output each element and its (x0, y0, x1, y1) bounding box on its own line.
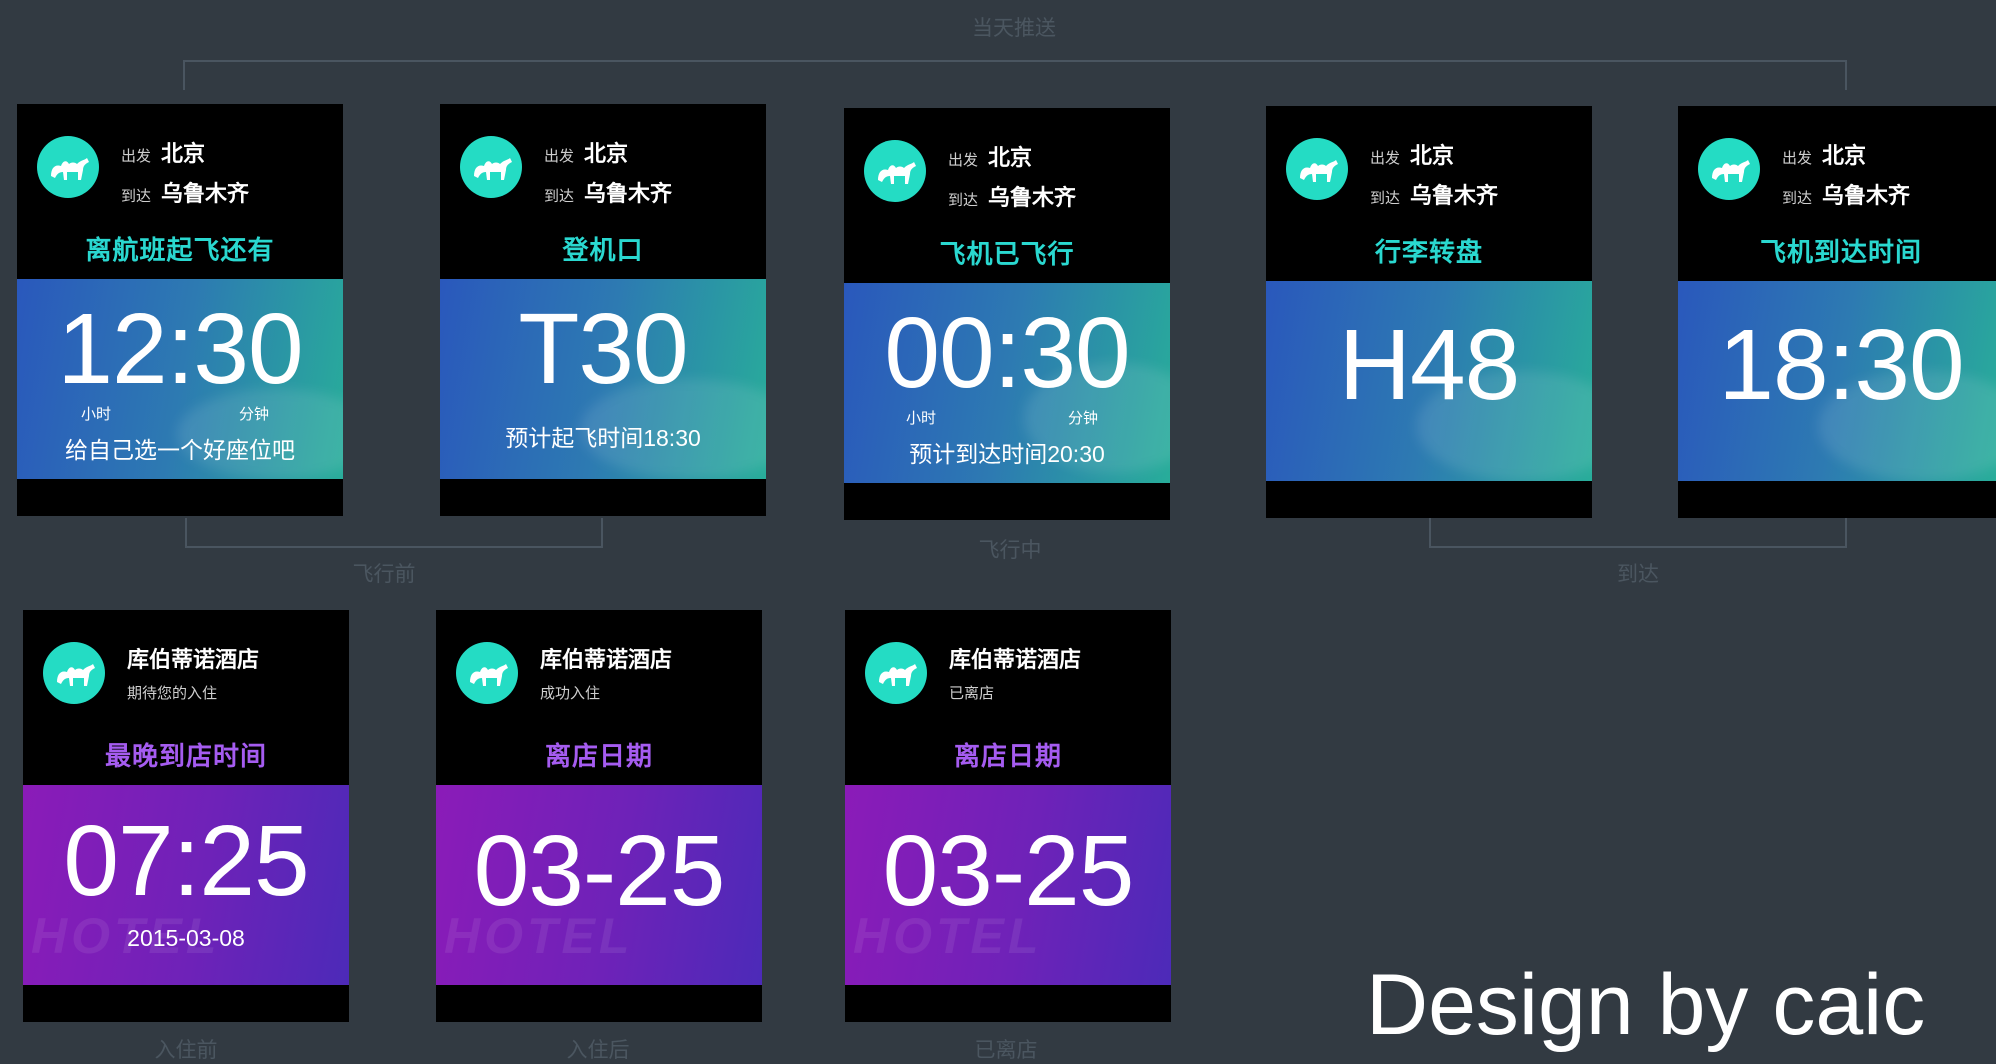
arrive-label: 到达 (948, 191, 979, 209)
card-subtitle: 登机口 (562, 236, 644, 266)
bracket-before-flight (185, 518, 603, 548)
unit-minutes: 分钟 (1068, 409, 1099, 427)
hotel-card-checked-out[interactable]: 库伯蒂诺酒店 已离店 离店日期 HOTEL 03-25 (845, 610, 1171, 1022)
bracket-same-day (183, 60, 1847, 90)
card-subtitle: 最晚到店时间 (104, 742, 267, 772)
flight-card-gate[interactable]: 出发 北京 到达 乌鲁木齐 登机口 T30 预计起飞时间18:30 (440, 104, 766, 516)
depart-label: 出发 (544, 147, 575, 165)
bracket-arrival (1429, 518, 1847, 548)
arrive-label: 到达 (1370, 189, 1401, 207)
gate-value: T30 (518, 293, 688, 405)
card-note: 预计起飞时间18:30 (505, 425, 701, 451)
arrive-label: 到达 (1782, 189, 1813, 207)
depart-city: 北京 (1822, 144, 1867, 169)
flight-card-baggage[interactable]: 出发 北京 到达 乌鲁木齐 行李转盘 H48 (1266, 106, 1592, 518)
unit-hours: 小时 (81, 405, 112, 423)
checkout-date: 03-25 (473, 815, 726, 927)
hotel-card-before-checkin[interactable]: 库伯蒂诺酒店 期待您的入住 最晚到店时间 HOTEL 07:25 2015-03… (23, 610, 349, 1022)
unit-hours: 小时 (906, 409, 937, 427)
camel-icon (43, 642, 105, 704)
flight-time-value: 00:30 (884, 297, 1130, 409)
hotel-name: 库伯蒂诺酒店 (127, 648, 260, 673)
hotel-status: 成功入住 (540, 684, 601, 702)
depart-label: 出发 (1782, 149, 1813, 167)
depart-label: 出发 (948, 151, 979, 169)
card-subtitle: 离店日期 (953, 742, 1062, 772)
arrive-city: 乌鲁木齐 (988, 186, 1077, 211)
hotel-status: 已离店 (949, 684, 995, 702)
baggage-value: H48 (1338, 309, 1520, 421)
group-label-before-flight: 飞行前 (352, 562, 416, 586)
hotel-name: 库伯蒂诺酒店 (540, 648, 673, 673)
depart-label: 出发 (1370, 149, 1401, 167)
group-label-same-day: 当天推送 (972, 16, 1056, 40)
card-subtitle: 行李转盘 (1374, 238, 1483, 268)
arrival-time-value: 18:30 (1718, 309, 1964, 421)
camel-icon (456, 642, 518, 704)
arrive-label: 到达 (544, 187, 575, 205)
group-label-after-checkin: 入住后 (566, 1038, 630, 1062)
card-note: 2015-03-08 (127, 925, 245, 951)
design-credit: Design by caic (1366, 957, 1926, 1053)
camel-icon (1698, 138, 1760, 200)
depart-city: 北京 (1410, 144, 1455, 169)
card-subtitle: 离航班起飞还有 (85, 236, 275, 266)
group-label-arrival: 到达 (1617, 562, 1659, 586)
camel-icon (864, 140, 926, 202)
depart-label: 出发 (121, 147, 152, 165)
depart-city: 北京 (584, 142, 629, 167)
latest-arrival-time: 07:25 (63, 805, 309, 917)
card-subtitle: 飞机已飞行 (939, 240, 1075, 270)
arrive-city: 乌鲁木齐 (1410, 184, 1499, 209)
group-label-in-flight: 飞行中 (978, 538, 1042, 562)
flight-card-in-flight[interactable]: 出发 北京 到达 乌鲁木齐 飞机已飞行 00:30 小时 分钟 预计到达时间20:3… (844, 108, 1170, 520)
unit-minutes: 分钟 (239, 405, 270, 423)
flight-card-arrival-time[interactable]: 出发 北京 到达 乌鲁木齐 飞机到达时间 18:30 (1678, 106, 1996, 518)
camel-icon (865, 642, 927, 704)
group-label-checked-out: 已离店 (974, 1038, 1038, 1062)
flight-card-countdown[interactable]: 出发 北京 到达 乌鲁木齐 离航班起飞还有 12:30 小时 分钟 给自己选一个好座… (17, 104, 343, 516)
arrive-city: 乌鲁木齐 (1822, 184, 1911, 209)
camel-icon (460, 136, 522, 198)
hotel-card-after-checkin[interactable]: 库伯蒂诺酒店 成功入住 离店日期 HOTEL 03-25 (436, 610, 762, 1022)
arrive-label: 到达 (121, 187, 152, 205)
depart-city: 北京 (161, 142, 206, 167)
card-subtitle: 飞机到达时间 (1759, 238, 1922, 268)
depart-city: 北京 (988, 146, 1033, 171)
card-note: 预计到达时间20:30 (909, 441, 1105, 467)
arrive-city: 乌鲁木齐 (584, 182, 673, 207)
card-subtitle: 离店日期 (544, 742, 653, 772)
checkout-date: 03-25 (882, 815, 1135, 927)
countdown-value: 12:30 (57, 293, 303, 405)
hotel-name: 库伯蒂诺酒店 (949, 648, 1082, 673)
card-note: 给自己选一个好座位吧 (65, 437, 295, 463)
camel-icon (1286, 138, 1348, 200)
camel-icon (37, 136, 99, 198)
hotel-status: 期待您的入住 (127, 684, 218, 702)
group-label-before-checkin: 入住前 (154, 1038, 218, 1062)
arrive-city: 乌鲁木齐 (161, 182, 250, 207)
